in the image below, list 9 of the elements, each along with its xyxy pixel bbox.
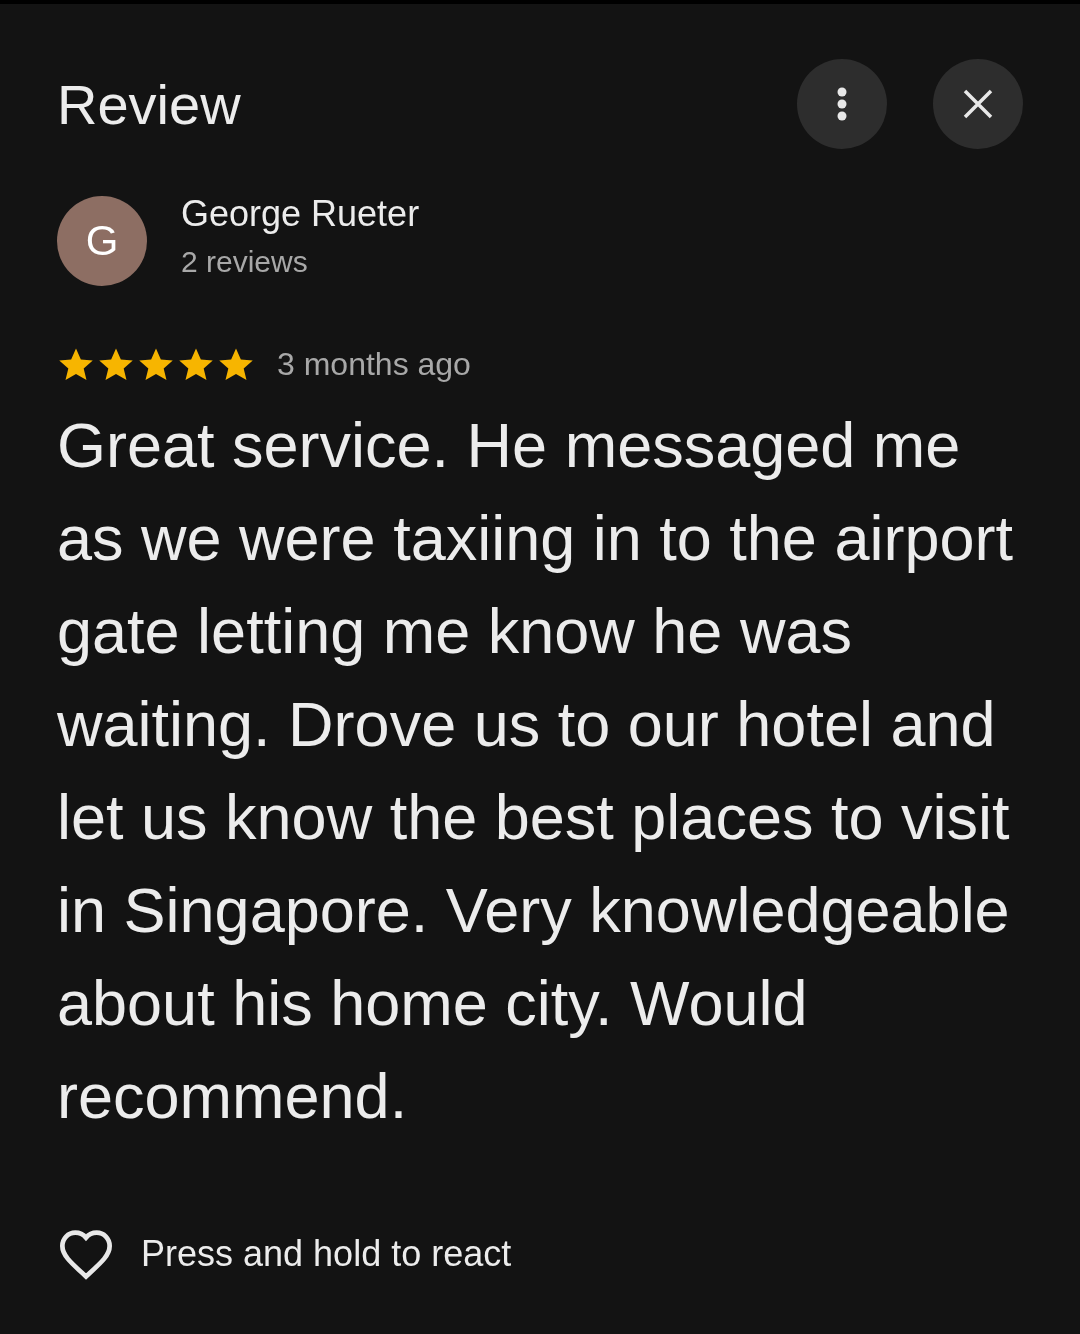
page-title: Review: [57, 71, 241, 137]
review-text: Great service. He messaged me as we were taxiing in to the airport gate letting me know he was waiting. Drove us to our hotel and let us know the best places to visit in Singapore. Very knowledgeable about his home city. Would recommend.: [57, 409, 1014, 1133]
more-vertical-icon: [836, 86, 848, 122]
review-count: 2 reviews: [181, 245, 309, 279]
review-time: 3 months ago: [277, 346, 471, 383]
reviewer-name[interactable]: George Rueter: [181, 193, 420, 235]
close-icon: [963, 89, 993, 119]
avatar[interactable]: G: [57, 196, 147, 286]
react-button[interactable]: Press and hold to react: [57, 1228, 512, 1280]
